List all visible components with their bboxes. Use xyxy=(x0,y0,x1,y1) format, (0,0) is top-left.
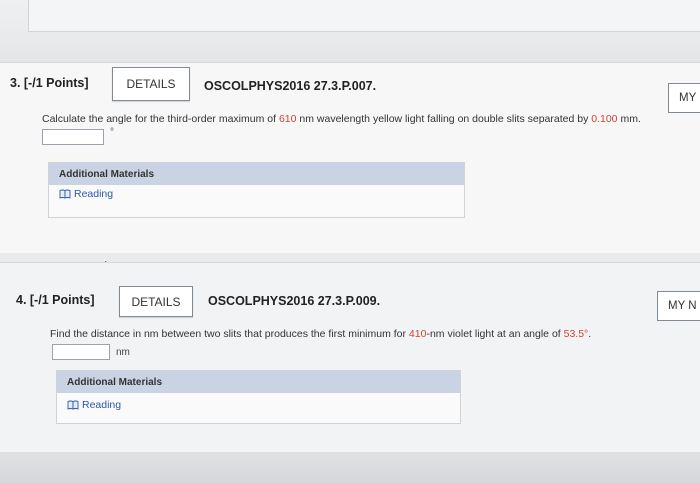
question-3-answer-input[interactable] xyxy=(42,129,104,145)
question-3-unit: ° xyxy=(110,127,114,138)
question-4-prompt: Find the distance in nm between two slit… xyxy=(50,328,592,340)
book-icon xyxy=(67,400,79,410)
question-4-answer-input[interactable] xyxy=(52,344,110,360)
question-4-card: 4. [-/1 Points] DETAILS OSCOLPHYS2016 27… xyxy=(0,262,700,453)
question-4-problem-id: OSCOLPHYS2016 27.3.P.009. xyxy=(208,294,381,308)
page-bottom-area xyxy=(0,452,700,483)
question-3-materials-title: Additional Materials xyxy=(49,163,464,185)
question-3-slit-separation-value: 0.100 xyxy=(591,113,618,125)
question-3-reading-label: Reading xyxy=(74,188,114,200)
previous-question-card xyxy=(28,0,700,32)
question-3-reading-link[interactable]: Reading xyxy=(59,188,113,200)
question-4-unit: nm xyxy=(116,347,130,358)
previous-question-strip xyxy=(0,0,700,62)
question-4-header: 4. [-/1 Points] xyxy=(16,293,95,307)
question-3-my-notes-button[interactable]: MY xyxy=(668,83,700,113)
question-4-my-notes-button[interactable]: MY N xyxy=(657,291,700,321)
question-3-prompt: Calculate the angle for the third-order … xyxy=(42,113,641,125)
question-4-materials-title: Additional Materials xyxy=(57,371,460,393)
question-3-header: 3. [-/1 Points] xyxy=(10,76,89,90)
question-3-details-button[interactable]: DETAILS xyxy=(112,67,190,101)
question-4-angle-value: 53.5° xyxy=(563,328,589,340)
question-4-reading-link[interactable]: Reading xyxy=(67,399,121,411)
question-4-wavelength-value: 410 xyxy=(408,328,427,340)
question-4-details-button[interactable]: DETAILS xyxy=(119,286,193,317)
question-4-additional-materials: Additional Materials xyxy=(56,370,461,424)
question-3-problem-id: OSCOLPHYS2016 27.3.P.007. xyxy=(204,79,377,93)
book-icon xyxy=(59,189,71,199)
question-3-card: 3. [-/1 Points] DETAILS OSCOLPHYS2016 27… xyxy=(0,62,700,253)
question-3-wavelength-value: 610 xyxy=(278,113,297,125)
question-4-reading-label: Reading xyxy=(82,399,122,411)
